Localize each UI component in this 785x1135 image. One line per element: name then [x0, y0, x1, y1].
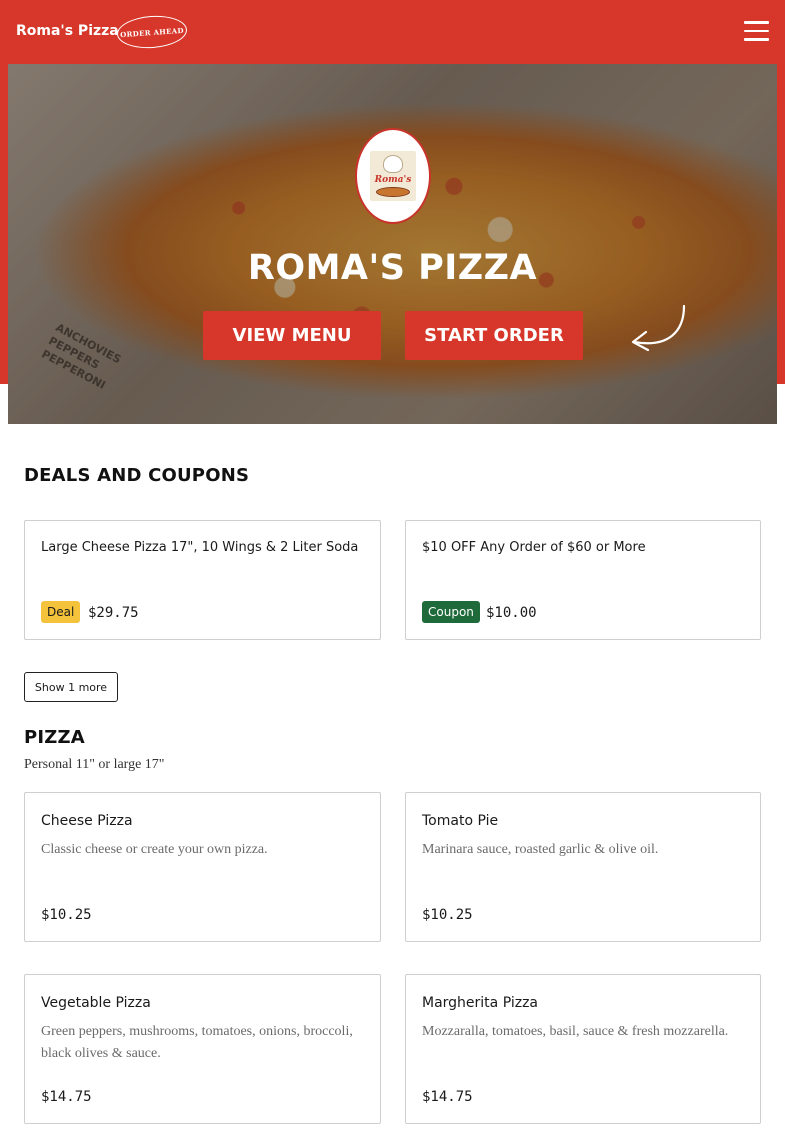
menu-item-card[interactable]: Margherita Pizza Mozzaralla, tomatoes, b…: [405, 974, 761, 1124]
restaurant-logo: Roma's: [355, 128, 431, 224]
coupon-badge: Coupon: [422, 601, 480, 623]
menu-item-name: Cheese Pizza: [41, 813, 133, 829]
pizza-section-subtitle: Personal 11" or large 17": [24, 757, 165, 772]
coupon-price: $10.00: [486, 605, 537, 621]
show-more-button[interactable]: Show 1 more: [24, 672, 118, 702]
menu-item-price: $10.25: [422, 907, 473, 923]
top-navigation-bar: Roma's Pizza ORDER AHEAD: [0, 0, 785, 64]
coupon-name: $10 OFF Any Order of $60 or More: [422, 540, 646, 555]
curved-arrow-icon: [631, 304, 686, 352]
hamburger-icon[interactable]: [744, 21, 769, 43]
chef-icon: [383, 155, 403, 173]
menu-item-description: Green peppers, mushrooms, tomatoes, onio…: [41, 1024, 353, 1061]
hero-banner: ANCHOVIES PEPPERS PEPPERONI: [8, 64, 777, 424]
hamburger-line: [744, 21, 769, 24]
coupon-card[interactable]: $10 OFF Any Order of $60 or More Coupon …: [405, 520, 761, 640]
deals-section-title: DEALS AND COUPONS: [24, 465, 250, 486]
menu-item-card[interactable]: Vegetable Pizza Green peppers, mushrooms…: [24, 974, 381, 1124]
view-menu-button[interactable]: VIEW MENU: [203, 311, 381, 360]
hamburger-line: [744, 38, 769, 41]
menu-item-description: Marinara sauce, roasted garlic & olive o…: [422, 842, 659, 857]
menu-item-name: Margherita Pizza: [422, 995, 539, 1011]
menu-item-price: $10.25: [41, 907, 92, 923]
deal-badge: Deal: [41, 601, 81, 623]
menu-item-card[interactable]: Cheese Pizza Classic cheese or create yo…: [24, 792, 381, 942]
deal-card[interactable]: Large Cheese Pizza 17", 10 Wings & 2 Lit…: [24, 520, 381, 640]
hero-image-overlay: [8, 64, 777, 424]
deal-price: $29.75: [88, 605, 139, 621]
menu-item-description: Mozzaralla, tomatoes, basil, sauce & fre…: [422, 1024, 729, 1039]
brand-link[interactable]: Roma's Pizza: [16, 23, 119, 39]
menu-item-price: $14.75: [422, 1089, 473, 1105]
menu-item-price: $14.75: [41, 1089, 92, 1105]
menu-item-card[interactable]: Tomato Pie Marinara sauce, roasted garli…: [405, 792, 761, 942]
logo-emblem: Roma's: [370, 151, 416, 201]
menu-item-name: Tomato Pie: [422, 813, 499, 829]
menu-item-name: Vegetable Pizza: [41, 995, 151, 1011]
pizza-section-title: PIZZA: [24, 727, 85, 748]
deal-name: Large Cheese Pizza 17", 10 Wings & 2 Lit…: [41, 540, 359, 555]
pizza-icon: [376, 187, 410, 197]
order-ahead-logo[interactable]: ORDER AHEAD: [115, 13, 189, 51]
start-order-button[interactable]: START ORDER: [405, 311, 583, 360]
menu-item-description: Classic cheese or create your own pizza.: [41, 842, 268, 857]
hamburger-line: [744, 29, 769, 32]
logo-wordmark: Roma's: [374, 175, 412, 185]
hero-title: ROMA'S PIZZA: [247, 248, 538, 288]
